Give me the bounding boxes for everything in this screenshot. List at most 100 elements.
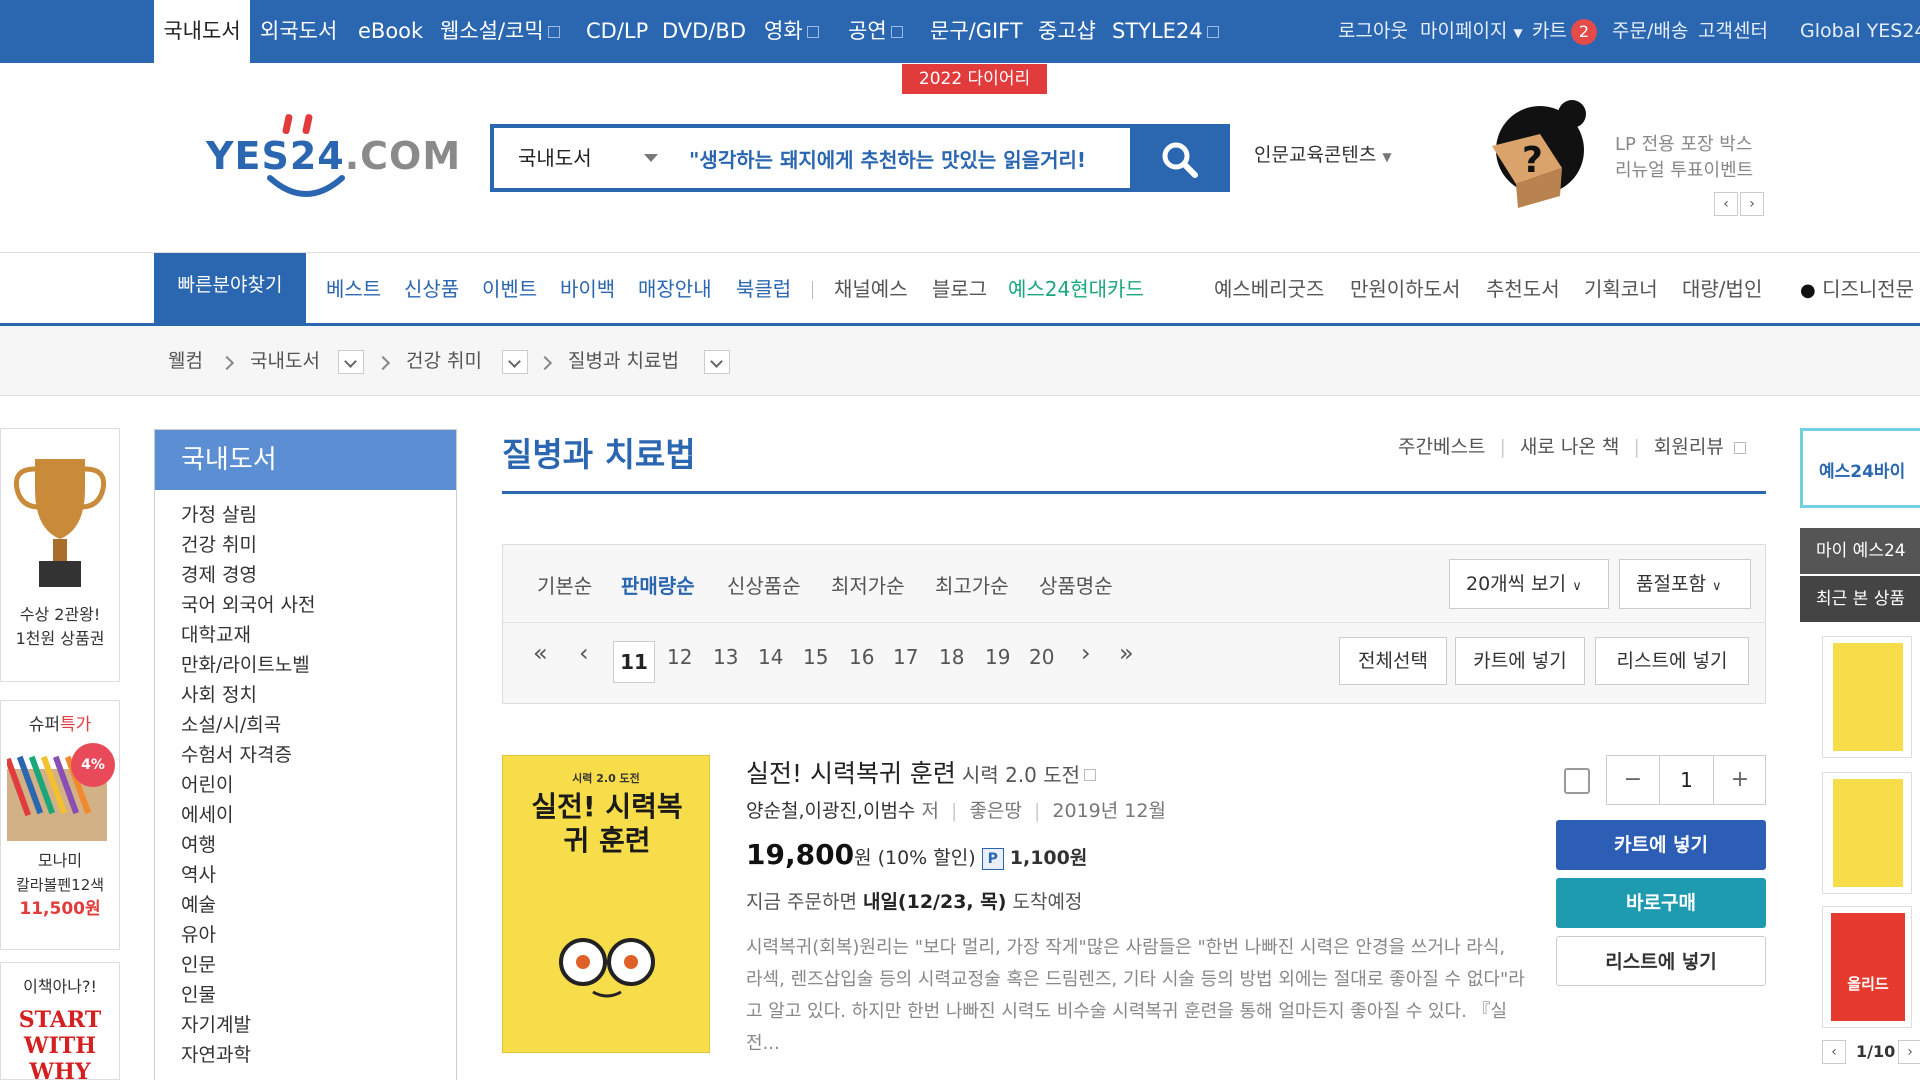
- breadcrumb-domestic[interactable]: 국내도서: [250, 326, 320, 396]
- cart-link[interactable]: 카트 2: [1532, 0, 1597, 63]
- page-link[interactable]: 16: [849, 645, 874, 669]
- add-to-cart-bulk-button[interactable]: 카트에 넣기: [1455, 637, 1585, 685]
- nav-blog[interactable]: 블로그: [932, 253, 987, 324]
- diary-promo-tag[interactable]: 2022 다이어리: [902, 64, 1047, 94]
- category-item[interactable]: 인문: [181, 950, 216, 977]
- first-page-button[interactable]: «: [533, 639, 548, 667]
- page-link[interactable]: 14: [758, 645, 783, 669]
- why-book-card[interactable]: 이책아나?! START WITH WHY: [0, 962, 120, 1080]
- recent-item-thumb[interactable]: 올리드: [1822, 906, 1912, 1028]
- tab-stationery-gift[interactable]: 문구/GIFT: [930, 0, 1023, 63]
- caret-down-icon[interactable]: [644, 154, 658, 162]
- nav-bestseller[interactable]: 베스트: [326, 253, 381, 324]
- category-item[interactable]: 사회 정치: [181, 680, 257, 707]
- category-item[interactable]: 자연과학: [181, 1040, 251, 1067]
- category-item[interactable]: 국어 외국어 사전: [181, 590, 315, 617]
- nav-recommended[interactable]: 추천도서: [1486, 253, 1560, 324]
- preview-box-icon[interactable]: [1084, 769, 1097, 781]
- nav-buyback[interactable]: 바이백: [560, 253, 615, 324]
- tab-cd-lp[interactable]: CD/LP: [586, 0, 648, 63]
- promo-prev-button[interactable]: ‹: [1714, 192, 1738, 216]
- add-to-list-button[interactable]: 리스트에 넣기: [1556, 936, 1766, 986]
- yes24-buyback-banner[interactable]: 예스24바이: [1800, 428, 1920, 508]
- breadcrumb-disease-dropdown[interactable]: [704, 350, 730, 374]
- tab-performance[interactable]: 공연: [848, 0, 903, 63]
- member-review-link[interactable]: 회원리뷰: [1654, 436, 1724, 458]
- current-page[interactable]: 11: [613, 641, 655, 683]
- tab-webnovel-comic[interactable]: 웹소설/코믹: [440, 0, 560, 63]
- select-all-button[interactable]: 전체선택: [1339, 637, 1447, 685]
- product-authors[interactable]: 양순철,이광진,이범수: [746, 800, 915, 822]
- breadcrumb-health-hobby[interactable]: 건강 취미: [406, 326, 482, 396]
- search-button[interactable]: [1130, 124, 1230, 192]
- category-item[interactable]: 에세이: [181, 800, 233, 827]
- sort-sales[interactable]: 판매량순: [621, 570, 695, 599]
- quantity-increase-button[interactable]: +: [1713, 756, 1766, 804]
- last-page-button[interactable]: »: [1119, 639, 1134, 667]
- nav-hyundai-card[interactable]: 예스24현대카드: [1008, 253, 1144, 324]
- sort-highest-price[interactable]: 최고가순: [935, 570, 1009, 599]
- product-publisher[interactable]: 좋은땅: [969, 800, 1021, 822]
- tab-movie[interactable]: 영화: [764, 0, 819, 63]
- recent-item-thumb[interactable]: [1822, 636, 1912, 758]
- global-link[interactable]: Global YES24: [1800, 0, 1920, 63]
- product-select-checkbox[interactable]: [1564, 768, 1590, 794]
- nav-berry-goods[interactable]: 예스베리굿즈: [1214, 253, 1324, 324]
- breadcrumb-domestic-dropdown[interactable]: [338, 350, 364, 374]
- page-link[interactable]: 13: [713, 645, 738, 669]
- tab-ebook[interactable]: eBook: [358, 0, 423, 63]
- nav-under-10000-books[interactable]: 만원이하도서: [1350, 253, 1460, 324]
- page-link[interactable]: 18: [939, 645, 964, 669]
- next-page-button[interactable]: ›: [1081, 639, 1091, 667]
- my-yes24-panel[interactable]: 마이 예스24: [1800, 528, 1920, 574]
- category-item[interactable]: 건강 취미: [181, 530, 257, 557]
- category-item[interactable]: 인물: [181, 980, 216, 1007]
- product-cover-image[interactable]: 시력 2.0 도전 실전! 시력복귀 훈련: [502, 755, 710, 1053]
- nav-channel-yes[interactable]: 채널예스: [834, 253, 908, 324]
- category-item[interactable]: 예술: [181, 890, 216, 917]
- page-link[interactable]: 12: [667, 645, 692, 669]
- nav-bulk-corporate[interactable]: 대량/법인: [1682, 253, 1762, 324]
- tab-foreign-books[interactable]: 외국도서: [260, 0, 337, 63]
- yes24-logo[interactable]: YES24.COM: [206, 112, 460, 202]
- quantity-decrease-button[interactable]: −: [1607, 756, 1660, 804]
- mypage-link[interactable]: 마이페이지 ▼: [1420, 0, 1523, 63]
- page-link[interactable]: 19: [985, 645, 1010, 669]
- category-item[interactable]: 만화/라이트노벨: [181, 650, 310, 677]
- customer-center-link[interactable]: 고객센터: [1698, 0, 1768, 63]
- tab-used-shop[interactable]: 중고샵: [1038, 0, 1096, 63]
- promo-text[interactable]: LP 전용 포장 박스 리뉴얼 투표이벤트: [1615, 132, 1753, 184]
- category-item[interactable]: 여행: [181, 830, 216, 857]
- order-delivery-link[interactable]: 주문/배송: [1612, 0, 1688, 63]
- nav-planning-corner[interactable]: 기획코너: [1584, 253, 1658, 324]
- sort-name[interactable]: 상품명순: [1039, 570, 1113, 599]
- weekly-best-link[interactable]: 주간베스트: [1398, 436, 1485, 458]
- search-input[interactable]: [689, 138, 1119, 178]
- page-link[interactable]: 15: [803, 645, 828, 669]
- humanities-content-dropdown[interactable]: 인문교육콘텐츠 ▼: [1254, 140, 1392, 167]
- nav-store-info[interactable]: 매장안내: [638, 253, 712, 324]
- sort-default[interactable]: 기본순: [537, 570, 592, 599]
- recent-prev-button[interactable]: ‹: [1822, 1040, 1846, 1064]
- add-to-cart-button[interactable]: 카트에 넣기: [1556, 820, 1766, 870]
- award-promo-card[interactable]: 수상 2관왕! 1천원 상품권: [0, 428, 120, 682]
- category-item[interactable]: 역사: [181, 860, 216, 887]
- new-books-link[interactable]: 새로 나온 책: [1520, 436, 1619, 458]
- category-item[interactable]: 가정 살림: [181, 500, 257, 527]
- search-category-select[interactable]: 국내도서: [518, 128, 592, 188]
- category-item[interactable]: 어린이: [181, 770, 233, 797]
- category-item[interactable]: 유아: [181, 920, 216, 947]
- super-deal-card[interactable]: 슈퍼특가 4% 모나미 칼라볼펜12색 11,500원: [0, 700, 120, 950]
- product-title-link[interactable]: 실전! 시력복귀 훈련: [746, 759, 956, 788]
- tab-dvd-bd[interactable]: DVD/BD: [662, 0, 746, 63]
- nav-disney[interactable]: ● 디즈니전문: [1800, 253, 1914, 324]
- category-item[interactable]: 경제 경영: [181, 560, 257, 587]
- page-link[interactable]: 20: [1029, 645, 1054, 669]
- nav-bookclub[interactable]: 북클럽: [736, 253, 791, 324]
- add-to-list-bulk-button[interactable]: 리스트에 넣기: [1595, 637, 1749, 685]
- category-item[interactable]: 수험서 자격증: [181, 740, 292, 767]
- nav-events[interactable]: 이벤트: [482, 253, 537, 324]
- mystery-box-icon[interactable]: ?: [1480, 98, 1590, 214]
- recent-item-thumb[interactable]: [1822, 772, 1912, 894]
- stock-filter-select[interactable]: 품절포함 ∨: [1619, 559, 1751, 609]
